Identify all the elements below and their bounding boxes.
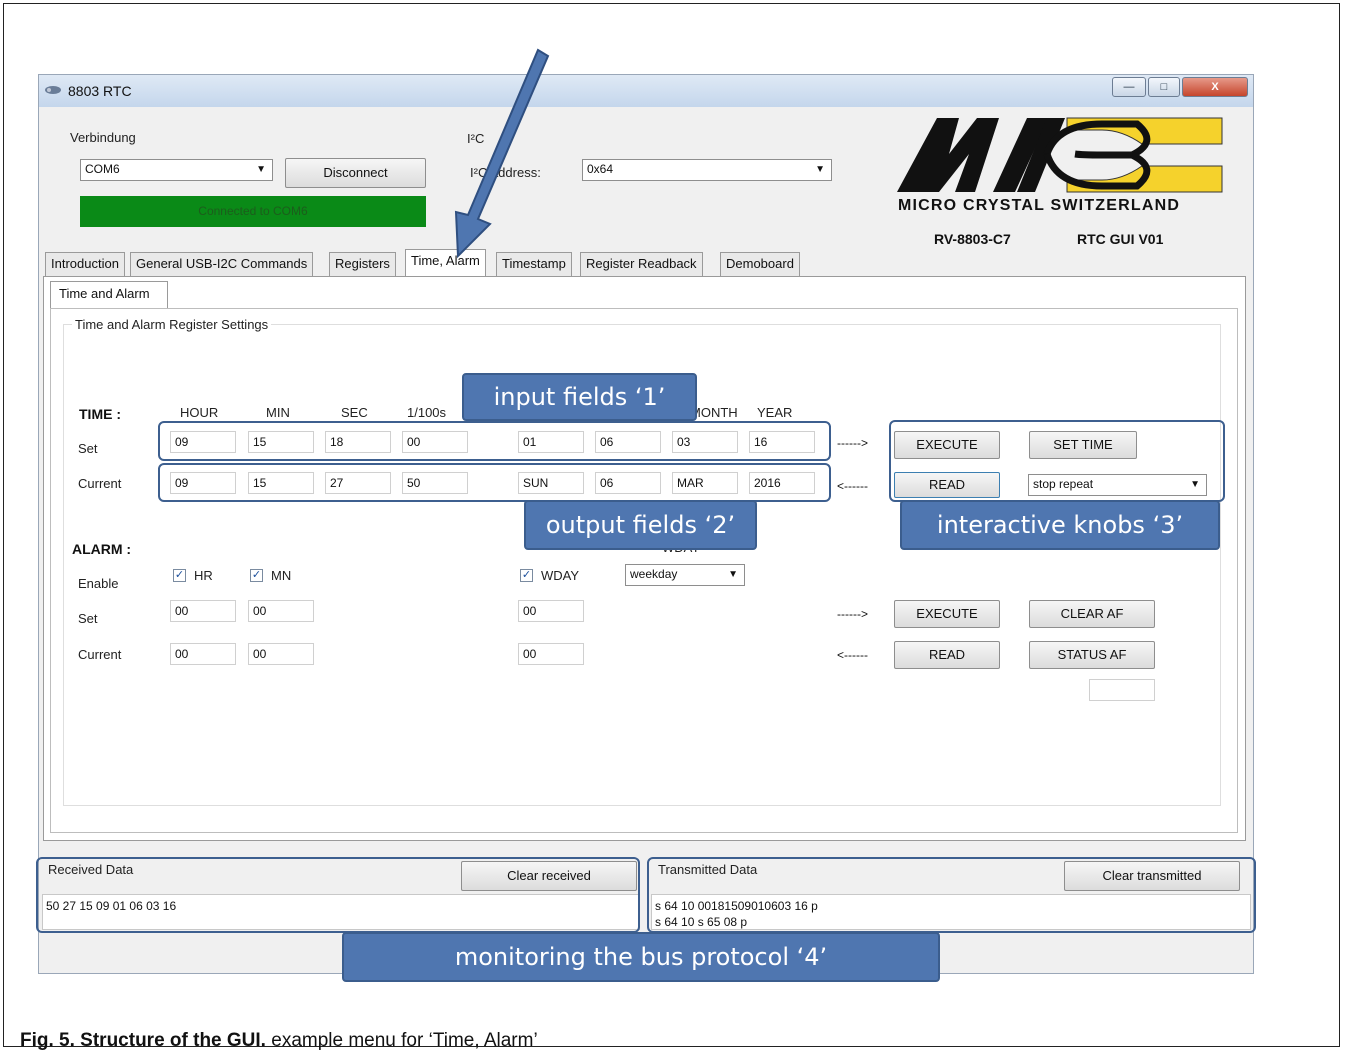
- wday-checkbox-label: WDAY: [541, 568, 580, 583]
- received-outline: [36, 857, 640, 933]
- port-value: COM6: [85, 162, 120, 176]
- mn-checkbox-label: MN: [271, 568, 292, 583]
- col-sec: SEC: [341, 405, 368, 420]
- time-arrow-left: <------: [837, 479, 868, 493]
- alarm-current-wday: 00: [518, 643, 584, 665]
- wday-mode-select[interactable]: weekday ▼: [625, 564, 745, 586]
- tab-demoboard[interactable]: Demoboard: [720, 252, 800, 276]
- status-af-button[interactable]: STATUS AF: [1029, 641, 1155, 669]
- input-fields-outline: [158, 421, 831, 461]
- alarm-set-mn[interactable]: 00: [248, 600, 314, 622]
- alarm-arrow-left: <------: [837, 648, 868, 662]
- version-label: RTC GUI V01: [1077, 231, 1164, 247]
- maximize-button[interactable]: □: [1148, 77, 1180, 97]
- col-month: MONTH: [690, 405, 738, 420]
- alarm-set-hr[interactable]: 00: [170, 600, 236, 622]
- model-label: RV-8803-C7: [934, 231, 1011, 247]
- time-set-label: Set: [78, 441, 98, 456]
- app-icon: [45, 86, 61, 94]
- tab-register-readback[interactable]: Register Readback: [580, 252, 703, 276]
- window-title: 8803 RTC: [68, 83, 132, 99]
- input-fields-annotation: input fields ‘1’: [462, 373, 697, 421]
- tab-general-usb-i2c-commands[interactable]: General USB-I2C Commands: [130, 252, 314, 276]
- micro-crystal-logo: [897, 117, 1223, 193]
- mn-checkbox[interactable]: ✓: [250, 569, 263, 582]
- tab-introduction[interactable]: Introduction: [45, 252, 125, 276]
- close-button[interactable]: X: [1182, 77, 1248, 97]
- alarm-current-label: Current: [78, 647, 122, 662]
- chevron-down-icon: ▼: [256, 164, 266, 175]
- time-arrow-right: ------>: [837, 436, 868, 450]
- monitoring-annotation: monitoring the bus protocol ‘4’: [342, 932, 940, 982]
- output-fields-annotation: output fields ‘2’: [524, 500, 757, 550]
- output-fields-outline: [158, 463, 831, 502]
- col-min: MIN: [266, 405, 290, 420]
- tab-registers[interactable]: Registers: [329, 252, 396, 276]
- clear-af-button[interactable]: CLEAR AF: [1029, 600, 1155, 628]
- status-af-output: [1089, 679, 1155, 701]
- disconnect-button[interactable]: Disconnect: [285, 158, 426, 188]
- minimize-button[interactable]: —: [1112, 77, 1146, 97]
- time-section-label: TIME :: [79, 406, 121, 422]
- logo-brand-text: MICRO CRYSTAL SWITZERLAND: [898, 197, 1181, 214]
- i2c-address-select[interactable]: 0x64 ▼: [582, 159, 832, 181]
- alarm-arrow-right: ------>: [837, 607, 868, 621]
- chevron-down-icon: ▼: [815, 164, 825, 175]
- col-hour: HOUR: [180, 405, 219, 420]
- alarm-execute-button[interactable]: EXECUTE: [894, 600, 1000, 628]
- wday-mode-value: weekday: [630, 567, 678, 581]
- alarm-set-label: Set: [78, 611, 98, 626]
- tab-pointer-arrow-icon: [454, 48, 550, 259]
- title-bar: [39, 75, 1253, 107]
- time-current-label: Current: [78, 476, 122, 491]
- col-hundredths: 1/100s: [407, 405, 447, 420]
- col-year: YEAR: [757, 405, 793, 420]
- connection-status: Connected to COM6: [80, 196, 426, 227]
- subtab-time-and-alarm[interactable]: Time and Alarm: [50, 281, 168, 309]
- port-select[interactable]: COM6 ▼: [80, 159, 273, 181]
- caption-bold: Fig. 5. Structure of the GUI.: [20, 1030, 266, 1051]
- connection-group-label: Verbindung: [70, 130, 136, 145]
- alarm-set-wday[interactable]: 00: [518, 600, 584, 622]
- alarm-current-hr: 00: [170, 643, 236, 665]
- hr-checkbox-label: HR: [194, 568, 213, 583]
- alarm-read-button[interactable]: READ: [894, 641, 1000, 669]
- chevron-down-icon: ▼: [728, 569, 738, 580]
- alarm-section-label: ALARM :: [72, 541, 132, 557]
- wday-checkbox[interactable]: ✓: [520, 569, 533, 582]
- hr-checkbox[interactable]: ✓: [173, 569, 186, 582]
- interactive-knobs-outline: [889, 420, 1225, 502]
- alarm-current-mn: 00: [248, 643, 314, 665]
- figure-caption: Fig. 5. Structure of the GUI. example me…: [20, 1030, 538, 1052]
- alarm-enable-label: Enable: [78, 576, 119, 591]
- caption-rest: example menu for ‘Time, Alarm’: [265, 1030, 538, 1051]
- transmitted-outline: [647, 857, 1256, 933]
- settings-group-title: Time and Alarm Register Settings: [72, 317, 272, 332]
- interactive-knobs-annotation: interactive knobs ‘3’: [900, 500, 1220, 550]
- i2c-address-value: 0x64: [587, 162, 614, 176]
